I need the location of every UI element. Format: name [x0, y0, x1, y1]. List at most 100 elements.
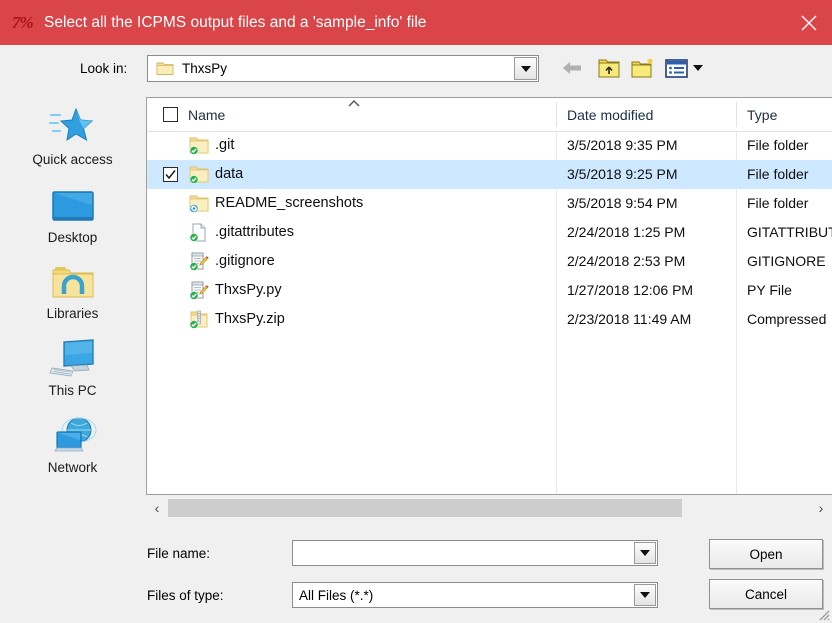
- lookin-toolbar: Look in: ThxsPy: [0, 45, 832, 97]
- folder-icon: [189, 165, 209, 184]
- file-name-combobox[interactable]: [292, 540, 658, 566]
- scroll-right-button[interactable]: ›: [810, 496, 832, 520]
- sidebar-item-label: Quick access: [32, 152, 113, 167]
- open-button[interactable]: Open: [709, 539, 823, 569]
- file-type: File folder: [747, 166, 809, 182]
- file-name: ThxsPy.zip: [215, 311, 285, 327]
- libraries-folder-icon: [0, 257, 145, 303]
- app-logo-glyph: 7%: [12, 12, 34, 32]
- places-bar: Quick access Desktop Libraries This PC N…: [0, 97, 145, 497]
- cancel-button[interactable]: Cancel: [709, 579, 823, 609]
- view-menu-button[interactable]: [664, 55, 704, 81]
- file-date: 3/5/2018 9:35 PM: [567, 137, 678, 153]
- sidebar-item-quick-access[interactable]: Quick access: [0, 103, 145, 167]
- file-name: .git: [215, 137, 235, 153]
- file-name: .gitattributes: [215, 224, 294, 240]
- file-list[interactable]: Name Date modified Type .git 3/5/2018 9:…: [146, 97, 832, 495]
- table-row[interactable]: .gitattributes 2/24/2018 1:25 PM GITATTR…: [147, 218, 832, 247]
- scroll-left-button[interactable]: ‹: [146, 496, 168, 520]
- lookin-dropdown-button[interactable]: [514, 57, 537, 80]
- folder-icon: [189, 136, 209, 155]
- lookin-combobox[interactable]: ThxsPy: [147, 55, 539, 82]
- table-row[interactable]: data 3/5/2018 9:25 PM File folder: [147, 160, 832, 189]
- file-type: Compressed: [747, 311, 827, 327]
- file-name: .gitignore: [215, 253, 275, 269]
- up-one-level-button[interactable]: [595, 55, 623, 81]
- text-editor-document-icon: [189, 281, 209, 300]
- column-divider[interactable]: [736, 102, 737, 127]
- row-checkbox[interactable]: [163, 167, 178, 182]
- close-button[interactable]: [786, 0, 832, 45]
- files-of-type-value[interactable]: All Files (*.*): [293, 588, 634, 603]
- up-folder-icon: [598, 59, 620, 78]
- file-date: 2/24/2018 2:53 PM: [567, 253, 686, 269]
- table-row[interactable]: ThxsPy.zip 2/23/2018 11:49 AM Compressed: [147, 305, 832, 334]
- column-header-label: Date modified: [567, 106, 654, 123]
- file-date: 2/23/2018 11:49 AM: [567, 311, 692, 327]
- scrollbar-track[interactable]: [168, 496, 810, 520]
- folder-icon: [189, 194, 209, 213]
- sidebar-item-this-pc[interactable]: This PC: [0, 334, 145, 398]
- file-name: data: [215, 166, 244, 182]
- sidebar-item-desktop[interactable]: Desktop: [0, 181, 145, 245]
- file-date: 2/24/2018 1:25 PM: [567, 224, 686, 240]
- scrollbar-thumb[interactable]: [168, 499, 682, 517]
- zip-folder-icon: [189, 310, 209, 329]
- file-open-dialog: 7% Select all the ICPMS output files and…: [0, 0, 832, 623]
- new-folder-button[interactable]: [629, 55, 657, 81]
- text-editor-document-icon: [189, 252, 209, 271]
- sidebar-item-libraries[interactable]: Libraries: [0, 257, 145, 321]
- column-header-label: Name: [188, 106, 226, 123]
- file-rows: .git 3/5/2018 9:35 PM File folder data 3…: [147, 131, 832, 334]
- lookin-label: Look in:: [80, 61, 128, 76]
- files-of-type-combobox[interactable]: All Files (*.*): [292, 582, 658, 608]
- chevron-down-icon: [520, 65, 531, 72]
- horizontal-scrollbar[interactable]: ‹ ›: [146, 496, 832, 520]
- file-name: README_screenshots: [215, 195, 364, 211]
- column-headers: Name Date modified Type: [147, 98, 832, 132]
- column-header-label: Type: [747, 106, 778, 123]
- file-date: 1/27/2018 12:06 PM: [567, 282, 694, 298]
- blank-document-icon: [189, 223, 209, 242]
- resize-grip-icon[interactable]: [816, 607, 830, 621]
- file-name-label: File name:: [147, 546, 211, 561]
- sidebar-item-label: This PC: [48, 383, 97, 398]
- column-header-date-modified[interactable]: Date modified: [567, 98, 736, 131]
- column-divider[interactable]: [556, 102, 557, 127]
- title-bar: 7% Select all the ICPMS output files and…: [0, 0, 832, 45]
- close-icon: [801, 15, 817, 30]
- chevron-down-icon: [693, 65, 703, 71]
- network-globe-icon: [0, 411, 145, 457]
- monitor-icon: [0, 181, 145, 227]
- new-folder-icon: [631, 59, 653, 78]
- column-header-type[interactable]: Type: [747, 98, 832, 131]
- file-type: File folder: [747, 137, 809, 153]
- chevron-down-icon: [640, 592, 650, 598]
- sidebar-item-label: Network: [47, 460, 98, 475]
- chevron-down-icon: [640, 550, 650, 556]
- file-type: PY File: [747, 282, 792, 298]
- file-name: ThxsPy.py: [215, 282, 282, 298]
- computer-icon: [0, 334, 145, 380]
- table-row[interactable]: .gitignore 2/24/2018 2:53 PM GITIGNORE: [147, 247, 832, 276]
- table-row[interactable]: ThxsPy.py 1/27/2018 12:06 PM PY File: [147, 276, 832, 305]
- back-arrow-icon: [563, 62, 581, 74]
- table-row[interactable]: README_screenshots 3/5/2018 9:54 PM File…: [147, 189, 832, 218]
- checkmark-icon: [165, 170, 176, 180]
- back-button[interactable]: [558, 55, 586, 81]
- files-of-type-label: Files of type:: [147, 588, 224, 603]
- files-of-type-dropdown-button[interactable]: [634, 584, 656, 606]
- folder-icon: [156, 61, 174, 76]
- view-list-icon: [665, 58, 688, 78]
- app-logo-icon: 7%: [12, 12, 34, 34]
- sidebar-item-label: Libraries: [46, 306, 99, 321]
- table-row[interactable]: .git 3/5/2018 9:35 PM File folder: [147, 131, 832, 160]
- file-date: 3/5/2018 9:25 PM: [567, 166, 678, 182]
- file-date: 3/5/2018 9:54 PM: [567, 195, 678, 211]
- column-header-name[interactable]: Name: [147, 98, 556, 131]
- file-name-dropdown-button[interactable]: [634, 542, 656, 564]
- sidebar-item-network[interactable]: Network: [0, 411, 145, 475]
- file-type: GITIGNORE: [747, 253, 826, 269]
- select-all-checkbox[interactable]: [163, 107, 178, 122]
- lookin-value: ThxsPy: [182, 61, 228, 76]
